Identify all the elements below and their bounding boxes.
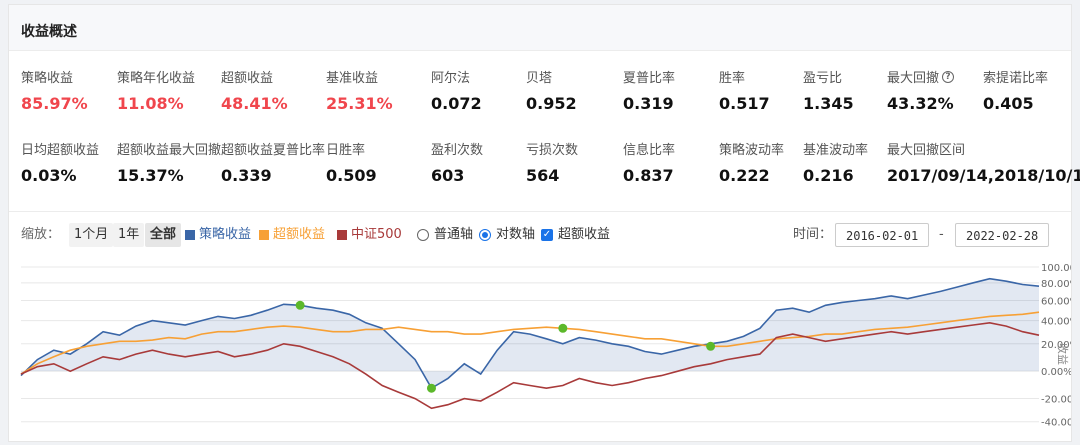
date-from-input[interactable]: 2016-02-01 [835,223,930,247]
checkbox-label: 超额收益 [558,227,611,242]
metric-label: 信息比率 [623,143,676,158]
metric-label: 索提诺比率 [983,71,1049,86]
metric-sharpe: 夏普比率 0.319 [623,67,728,113]
metric-value: 15.37% [117,166,184,185]
zoom-label: 缩放： [21,227,61,242]
date-separator: - [939,227,944,242]
radio-circle [479,229,491,241]
metric-label-text: 最大回撤 [887,71,940,86]
metric-value: 0.405 [983,94,1034,113]
radio-label: 对数轴 [496,227,536,242]
metric-benchmark-return: 基准收益 25.31% [326,67,431,113]
drawdown-marker [426,383,436,393]
returns-chart: 100.00%80.00%60.00%40.00%20.00%0.00%-20.… [9,255,1080,441]
metric-sortino: 索提诺比率 0.405 [983,67,1080,113]
metric-label: 策略年化收益 [117,71,196,86]
metric-label: 超额收益夏普比率 [221,143,326,158]
range-all-button[interactable]: 全部 [145,223,182,247]
y-tick-label: 0.00% [1041,367,1071,378]
metric-value: 0.837 [623,166,674,185]
metric-value: 0.339 [221,166,272,185]
metric-excess-max-drawdown: 超额收益最大回撤 15.37% [117,139,222,185]
metric-label: 夏普比率 [623,71,676,86]
legend-swatch [337,230,347,240]
metric-value: 48.41% [221,94,288,113]
metric-label: 超额收益 [221,71,274,86]
metric-alpha: 阿尔法 0.072 [431,67,536,113]
range-1-month-button[interactable]: 1个月 [69,223,114,247]
drawdown-marker [706,341,716,351]
legend-csi500[interactable]: 中证500 [337,223,402,247]
log-axis-radio[interactable]: 对数轴 [479,223,535,247]
metric-daily-excess: 日均超额收益 0.03% [21,139,126,185]
legend-swatch [259,230,269,240]
returns-chart-svg: 100.00%80.00%60.00%40.00%20.00%0.00%-20.… [20,263,1080,429]
metric-label: 日均超额收益 [21,143,100,158]
metric-information-ratio: 信息比率 0.837 [623,139,728,185]
metric-profit-count: 盈利次数 603 [431,139,536,185]
metric-value: 11.08% [117,94,184,113]
metric-daily-win-rate: 日胜率 0.509 [326,139,431,185]
metric-beta: 贝塔 0.952 [526,67,631,113]
metric-max-drawdown-period: 最大回撤区间 2017/09/14,2018/10/18 [887,139,1080,185]
checkmark-icon: ✓ [541,229,553,241]
metric-loss-count: 亏损次数 564 [526,139,631,185]
radio-circle [417,229,429,241]
drawdown-marker [558,323,568,333]
y-tick-label: 80.00% [1041,279,1071,290]
excess-return-checkbox[interactable]: ✓ 超额收益 [541,223,610,247]
help-icon[interactable]: ? [942,70,955,83]
metric-value: 0.509 [326,166,377,185]
radio-label: 普通轴 [434,227,474,242]
normal-axis-radio[interactable]: 普通轴 [417,223,473,247]
drawdown-marker [295,300,305,310]
metric-label: 超额收益最大回撤 [117,143,222,158]
legend-strategy[interactable]: 策略收益 [185,223,251,247]
time-label: 时间： [793,227,833,242]
y-tick-label: 40.00% [1041,317,1071,328]
metric-excess-sharpe: 超额收益夏普比率 0.339 [221,139,326,185]
metric-value: 85.97% [21,94,88,113]
y-axis-label: 收益 [1056,343,1070,365]
returns-overview-panel: 收益概述 策略收益 85.97% 策略年化收益 11.08% 超额收益 48.4… [8,4,1080,442]
metric-value: 0.319 [623,94,674,113]
metric-label: 日胜率 [326,143,366,158]
metric-value: 43.32% [887,94,954,113]
metric-max-drawdown: 最大回撤 ? 43.32% [887,67,992,113]
metric-label: 基准收益 [326,71,379,86]
metric-value: 0.952 [526,94,577,113]
legend-label: 策略收益 [199,227,252,242]
metric-label: 阿尔法 [431,71,471,86]
metric-label: 最大回撤区间 [887,143,966,158]
metric-strategy-return: 策略收益 85.97% [21,67,126,113]
y-tick-label: 100.00% [1041,263,1071,274]
metric-label: 最大回撤 ? [887,67,992,86]
metric-value: 0.03% [21,166,77,185]
metric-excess-return: 超额收益 48.41% [221,67,326,113]
metric-annualized-return: 策略年化收益 11.08% [117,67,222,113]
legend-label: 中证500 [351,227,402,242]
metric-value: 564 [526,166,560,185]
range-1-year-button[interactable]: 1年 [113,223,145,247]
metric-value: 603 [431,166,465,185]
y-tick-label: 60.00% [1041,297,1071,308]
legend-excess[interactable]: 超额收益 [259,223,325,247]
panel-title: 收益概述 [9,5,1071,51]
date-to-input[interactable]: 2022-02-28 [955,223,1050,247]
section-divider [9,211,1071,212]
metric-label: 贝塔 [526,71,553,86]
legend-swatch [185,230,195,240]
metric-label: 盈利次数 [431,143,484,158]
metric-value: 0.072 [431,94,482,113]
metric-label: 亏损次数 [526,143,579,158]
metric-label: 策略收益 [21,71,74,86]
y-tick-label: -40.00% [1041,418,1071,429]
y-tick-label: -20.00% [1041,395,1071,406]
metric-value: 25.31% [326,94,393,113]
chart-toolbar: 缩放： 1个月 1年 全部 策略收益 超额收益 中证500 普通轴 对数轴 ✓ … [21,223,1071,249]
metric-value: 2017/09/14,2018/10/18 [887,166,1080,185]
legend-label: 超额收益 [273,227,326,242]
